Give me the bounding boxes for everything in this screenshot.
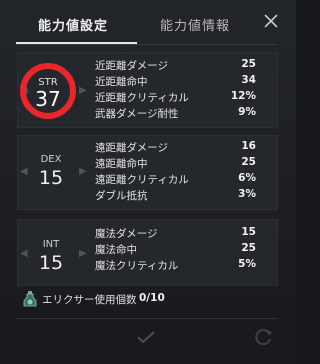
stat-row: ダブル抵抗 3%: [95, 188, 256, 204]
stat-row-value: 25: [241, 58, 256, 70]
check-icon[interactable]: [136, 330, 156, 344]
elixir-count: 0/10: [139, 292, 165, 304]
stat-row-value: 12%: [230, 90, 256, 102]
stat-row-name: 近距離クリティカル: [95, 92, 189, 104]
stat-row-name: 遠距離ダメージ: [95, 142, 168, 154]
dex-decrease-arrow[interactable]: ◀: [20, 166, 28, 177]
stat-row-value: 3%: [238, 188, 256, 200]
elixir-label: エリクサー使用個数: [42, 294, 137, 306]
stat-row-name: ダブル抵抗: [95, 190, 148, 202]
stat-row: 遠距離ダメージ 16: [95, 140, 256, 156]
stat-row-value: 15: [241, 226, 256, 238]
str-increase-arrow[interactable]: ▶: [79, 85, 87, 96]
stat-row: 魔法命中 25: [95, 242, 256, 258]
stat-row: 近距離クリティカル 12%: [95, 90, 256, 106]
reset-icon[interactable]: [254, 327, 274, 347]
stat-row-value: 25: [241, 156, 256, 168]
str-value: 37: [35, 87, 61, 111]
tab-divider: [16, 44, 276, 45]
stat-row: 近距離命中 34: [95, 74, 256, 90]
int-value: 15: [38, 252, 64, 274]
stat-row-name: 遠距離クリティカル: [95, 174, 189, 186]
int-increase-arrow[interactable]: ▶: [79, 248, 87, 259]
footer-divider: [16, 318, 278, 319]
str-selected-ring[interactable]: STR 37: [20, 63, 76, 119]
stat-row-value: 6%: [238, 172, 256, 184]
dex-increase-arrow[interactable]: ▶: [79, 166, 87, 177]
stat-row-value: 16: [241, 140, 256, 152]
stat-row-value: 5%: [238, 258, 256, 270]
stat-panel: 能力値設定 能力値情報 ◀ ▶ STR 37 近距離ダメージ 25 近距離命中 …: [0, 0, 296, 364]
stat-row-name: 近距離命中: [95, 76, 148, 88]
stat-row-name: 魔法ダメージ: [95, 228, 158, 240]
tab-bar: 能力値設定 能力値情報: [0, 0, 296, 45]
stat-row: 近距離ダメージ 25: [95, 58, 256, 74]
close-icon[interactable]: [262, 12, 280, 30]
stat-row-name: 魔法クリティカル: [95, 260, 179, 272]
tab-stat-info[interactable]: 能力値情報: [160, 15, 230, 34]
stat-row: 武器ダメージ耐性 9%: [95, 106, 256, 122]
dex-label: DEX: [40, 154, 62, 165]
int-decrease-arrow[interactable]: ◀: [20, 248, 28, 259]
stat-row-value: 34: [241, 74, 256, 86]
tab-stat-settings[interactable]: 能力値設定: [38, 15, 108, 34]
stat-row: 遠距離クリティカル 6%: [95, 172, 256, 188]
stat-row-name: 武器ダメージ耐性: [95, 108, 179, 120]
content-fade: [0, 306, 296, 318]
stat-row-value: 9%: [238, 106, 256, 118]
stat-row: 魔法ダメージ 15: [95, 226, 256, 242]
stat-row-value: 25: [241, 242, 256, 254]
stat-row-name: 遠距離命中: [95, 158, 148, 170]
stat-row-name: 近距離ダメージ: [95, 60, 168, 72]
stat-row: 遠距離命中 25: [95, 156, 256, 172]
int-label: INT: [42, 239, 60, 250]
dex-value: 15: [38, 167, 64, 189]
stat-row-name: 魔法命中: [95, 244, 137, 256]
stat-row: 魔法クリティカル 5%: [95, 258, 256, 274]
